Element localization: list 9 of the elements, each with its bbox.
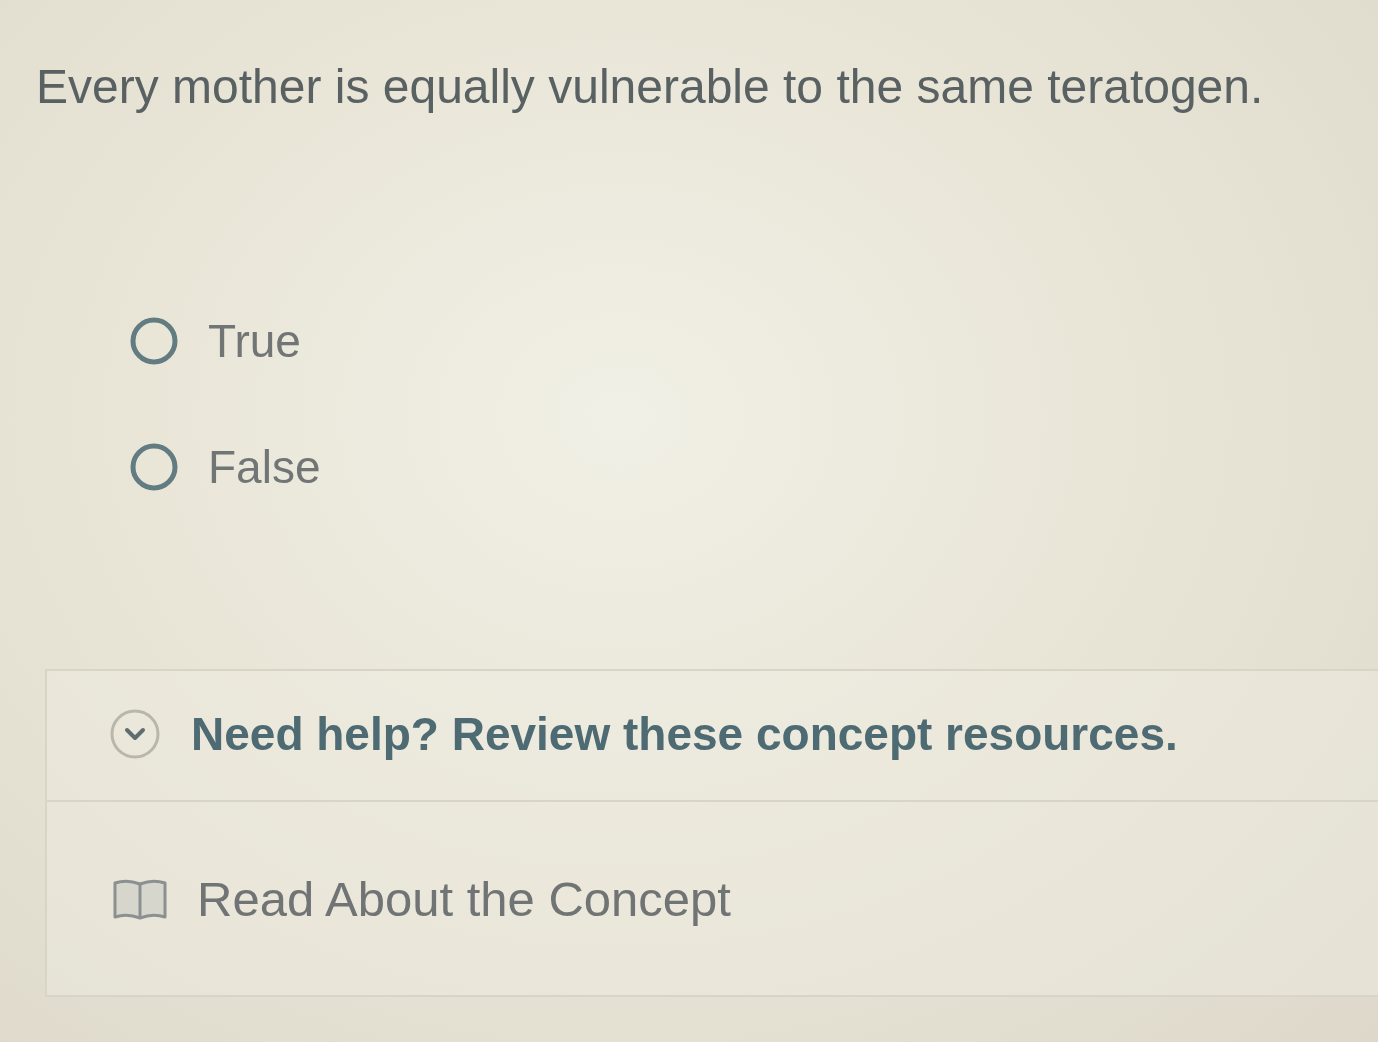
help-toggle[interactable]: Need help? Review these concept resources. bbox=[47, 670, 1378, 802]
radio-option[interactable]: True bbox=[130, 315, 301, 367]
resource-link[interactable]: Read About the Concept bbox=[113, 869, 731, 929]
book-icon bbox=[113, 877, 167, 922]
radio-option[interactable]: False bbox=[130, 442, 321, 493]
radio-icon[interactable] bbox=[130, 316, 178, 365]
chevron-icon[interactable] bbox=[109, 708, 161, 761]
question-text: Every mother is equally vulnerable to the same teratogen. bbox=[36, 59, 1265, 115]
radio-icon[interactable] bbox=[130, 443, 178, 492]
